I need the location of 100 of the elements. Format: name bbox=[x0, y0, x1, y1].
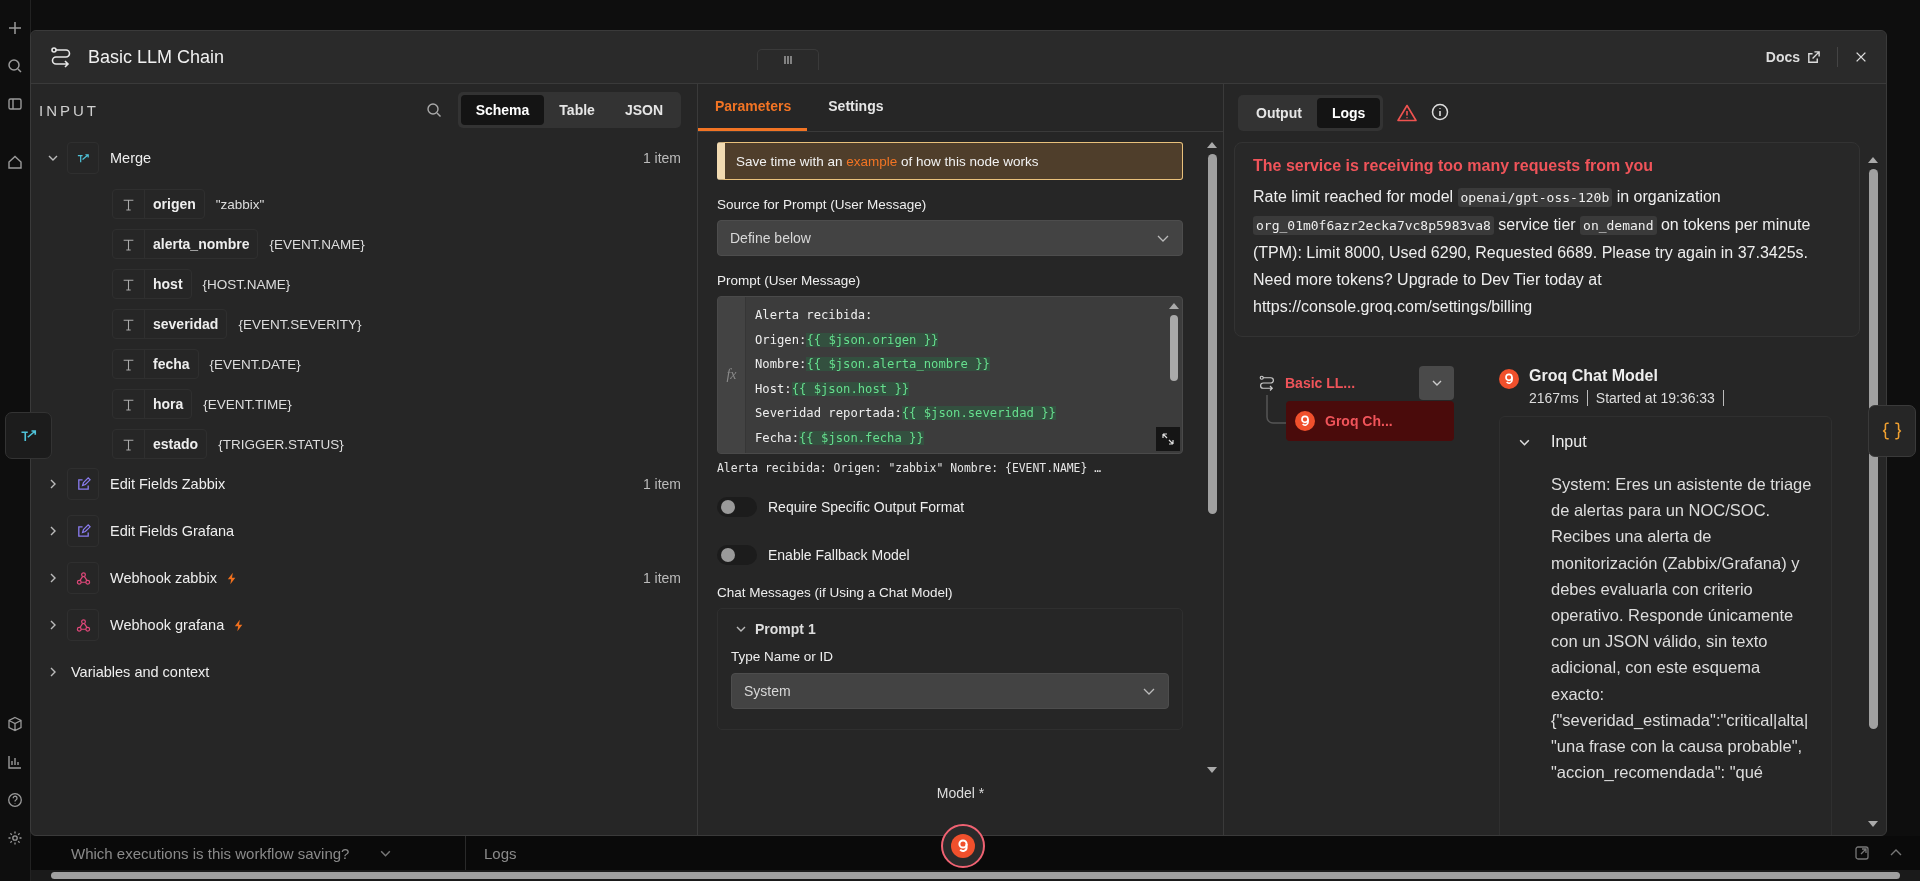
text-type-icon bbox=[122, 437, 135, 451]
chain-icon bbox=[1258, 374, 1276, 392]
info-icon[interactable] bbox=[1431, 103, 1450, 121]
field-key[interactable]: host bbox=[112, 269, 192, 299]
braces-icon bbox=[1881, 420, 1903, 442]
warning-icon[interactable] bbox=[1397, 104, 1418, 122]
log-entry[interactable]: Basic LL... bbox=[1285, 375, 1356, 391]
text-type-icon bbox=[122, 197, 135, 211]
error-message: Rate limit reached for model openai/gpt-oss-120b in organization org_01m0f6azr2ecka7vc8p5983va8 service tier on_demand on tokens per minute (TPM): Limit 8000, Used 6290, Requested 6689. Please try again in 37.3425s. Need more tokens? Upgrade to Dev Tier today at https://console.groq.com/settings/billing bbox=[1253, 187, 1812, 317]
search-icon[interactable] bbox=[7, 58, 23, 74]
panel-icon[interactable] bbox=[7, 96, 23, 112]
log-entry[interactable]: Groq Ch... bbox=[1286, 401, 1454, 441]
code-line: Alerta recibida: bbox=[755, 307, 874, 324]
text-type-icon bbox=[122, 317, 135, 331]
input-text: System: Eres un asistente de triage de alertas para un NOC/SOC. Recibes una alerta de monitorización (Zabbix/Grafana) y debes evaluarla con criterio operativo. Responde únicamente con un JSON válido, sin texto adicional, con este esquema exacto: {"severidad_estimada":"critical|alta| "una frase con la causa probable", "accion_recomendada": "qué bbox=[1551, 474, 1813, 784]
view-tab[interactable]: Schema bbox=[460, 95, 545, 125]
node-name[interactable]: Webhook zabbix bbox=[110, 570, 217, 586]
item-count: 1 item bbox=[642, 570, 681, 586]
example-link[interactable]: example bbox=[846, 154, 898, 169]
field-value: {HOST.NAME} bbox=[202, 276, 291, 292]
home-icon[interactable] bbox=[7, 154, 23, 170]
code-line: Origen:{{ $json.origen }} bbox=[755, 331, 940, 349]
field-label: Source for Prompt (User Message) bbox=[717, 197, 928, 212]
field-label: Type Name or ID bbox=[731, 649, 835, 664]
field-value: {EVENT.TIME} bbox=[203, 396, 292, 412]
popout-icon[interactable] bbox=[1854, 845, 1870, 861]
expand-icon[interactable] bbox=[1156, 427, 1180, 451]
logs-label[interactable]: Logs bbox=[484, 844, 517, 862]
edit-icon bbox=[75, 476, 91, 492]
webhook-icon bbox=[75, 570, 91, 586]
variables-label[interactable]: Variables and context bbox=[71, 664, 210, 680]
scroll-thumb[interactable] bbox=[1170, 315, 1178, 381]
node-name[interactable]: Webhook grafana bbox=[110, 617, 225, 633]
triangle-up-icon[interactable] bbox=[1207, 142, 1217, 148]
docs-link[interactable]: Docs bbox=[1765, 49, 1821, 65]
prompt-editor[interactable]: fx Alerta recibida: Origen:{{ $json.origen }} Nombre:{{ $json.alerta_nombre }} Host:{{ $json.host }} Severidad reportada:{{ $json.severidad }} Fecha:{{ $json.fecha }} bbox=[717, 296, 1183, 454]
panel-heading: INPUT bbox=[39, 101, 99, 119]
settings-icon[interactable] bbox=[7, 830, 23, 846]
model-label: Model * bbox=[936, 785, 985, 803]
toggle-switch[interactable] bbox=[717, 497, 757, 517]
field-key[interactable]: origen bbox=[112, 189, 205, 219]
drag-handle[interactable] bbox=[757, 49, 819, 70]
merge-node-button[interactable] bbox=[5, 412, 52, 459]
node-name[interactable]: Edit Fields Grafana bbox=[110, 523, 235, 539]
view-tab[interactable]: Output bbox=[1241, 98, 1317, 128]
start-time: Started at 19:36:33 bbox=[1595, 390, 1715, 406]
field-key[interactable]: estado bbox=[112, 429, 208, 459]
view-tab[interactable]: Logs bbox=[1316, 98, 1381, 128]
help-icon[interactable] bbox=[7, 792, 23, 808]
view-tab[interactable]: Table bbox=[544, 95, 610, 125]
field-value: {EVENT.SEVERITY} bbox=[238, 316, 362, 332]
toggle-switch[interactable] bbox=[717, 545, 757, 565]
triangle-down-icon[interactable] bbox=[1868, 821, 1878, 827]
source-select[interactable]: Define below bbox=[717, 220, 1183, 256]
scroll-thumb[interactable] bbox=[1868, 169, 1878, 729]
type-select[interactable]: System bbox=[731, 673, 1169, 709]
webhook-icon bbox=[75, 617, 91, 633]
triangle-up-icon[interactable] bbox=[1169, 303, 1179, 309]
item-count: 1 item bbox=[642, 476, 681, 492]
card-title: Prompt 1 bbox=[755, 621, 816, 637]
field-label: Chat Messages (if Using a Chat Model) bbox=[717, 585, 954, 600]
error-title: The service is receiving too many requests from you bbox=[1253, 157, 1655, 175]
close-icon[interactable] bbox=[1854, 50, 1868, 64]
triangle-down-icon[interactable] bbox=[1207, 767, 1217, 773]
node-name[interactable]: Merge bbox=[110, 150, 152, 166]
chart-icon[interactable] bbox=[7, 754, 23, 770]
code-node-button[interactable] bbox=[1868, 405, 1916, 457]
plus-icon[interactable] bbox=[7, 20, 23, 36]
toggle-label: Require Specific Output Format bbox=[768, 499, 965, 515]
tab[interactable]: Parameters bbox=[698, 98, 808, 131]
edit-icon bbox=[75, 523, 91, 539]
field-key[interactable]: hora bbox=[112, 389, 193, 419]
dialog-title: Basic LLM Chain bbox=[88, 46, 225, 68]
scroll-thumb[interactable] bbox=[1207, 154, 1217, 514]
tree-connector bbox=[1266, 395, 1286, 425]
node-name[interactable]: Edit Fields Zabbix bbox=[110, 476, 226, 492]
section-title: Input bbox=[1551, 433, 1587, 451]
chain-icon bbox=[49, 45, 73, 69]
field-key[interactable]: severidad bbox=[112, 309, 228, 339]
expression-marker: fx bbox=[726, 367, 737, 383]
item-count: 1 item bbox=[642, 150, 681, 166]
grip-icon bbox=[782, 55, 794, 65]
view-tab[interactable]: JSON bbox=[609, 95, 678, 125]
expression-preview: Alerta recibida: Origen: "zabbix" Nombre: {EVENT.NAME} … bbox=[717, 461, 1103, 475]
model-connector[interactable] bbox=[941, 824, 985, 868]
toggle-label: Enable Fallback Model bbox=[768, 547, 910, 563]
field-key[interactable]: fecha bbox=[112, 349, 199, 379]
field-value: "zabbix" bbox=[215, 196, 265, 212]
tab[interactable]: Settings bbox=[811, 98, 900, 131]
triangle-up-icon[interactable] bbox=[1868, 157, 1878, 163]
text-type-icon bbox=[122, 357, 135, 371]
scrollbar[interactable] bbox=[51, 872, 1900, 879]
code-line: Nombre:{{ $json.alerta_nombre }} bbox=[755, 356, 991, 373]
groq-icon bbox=[1295, 411, 1315, 431]
text-type-icon bbox=[122, 397, 135, 411]
cube-icon[interactable] bbox=[7, 716, 23, 732]
search-icon[interactable] bbox=[425, 102, 442, 118]
field-value: {EVENT.DATE} bbox=[209, 356, 301, 372]
field-key[interactable]: alerta_nombre bbox=[112, 229, 259, 259]
field-value: {EVENT.NAME} bbox=[269, 236, 365, 252]
